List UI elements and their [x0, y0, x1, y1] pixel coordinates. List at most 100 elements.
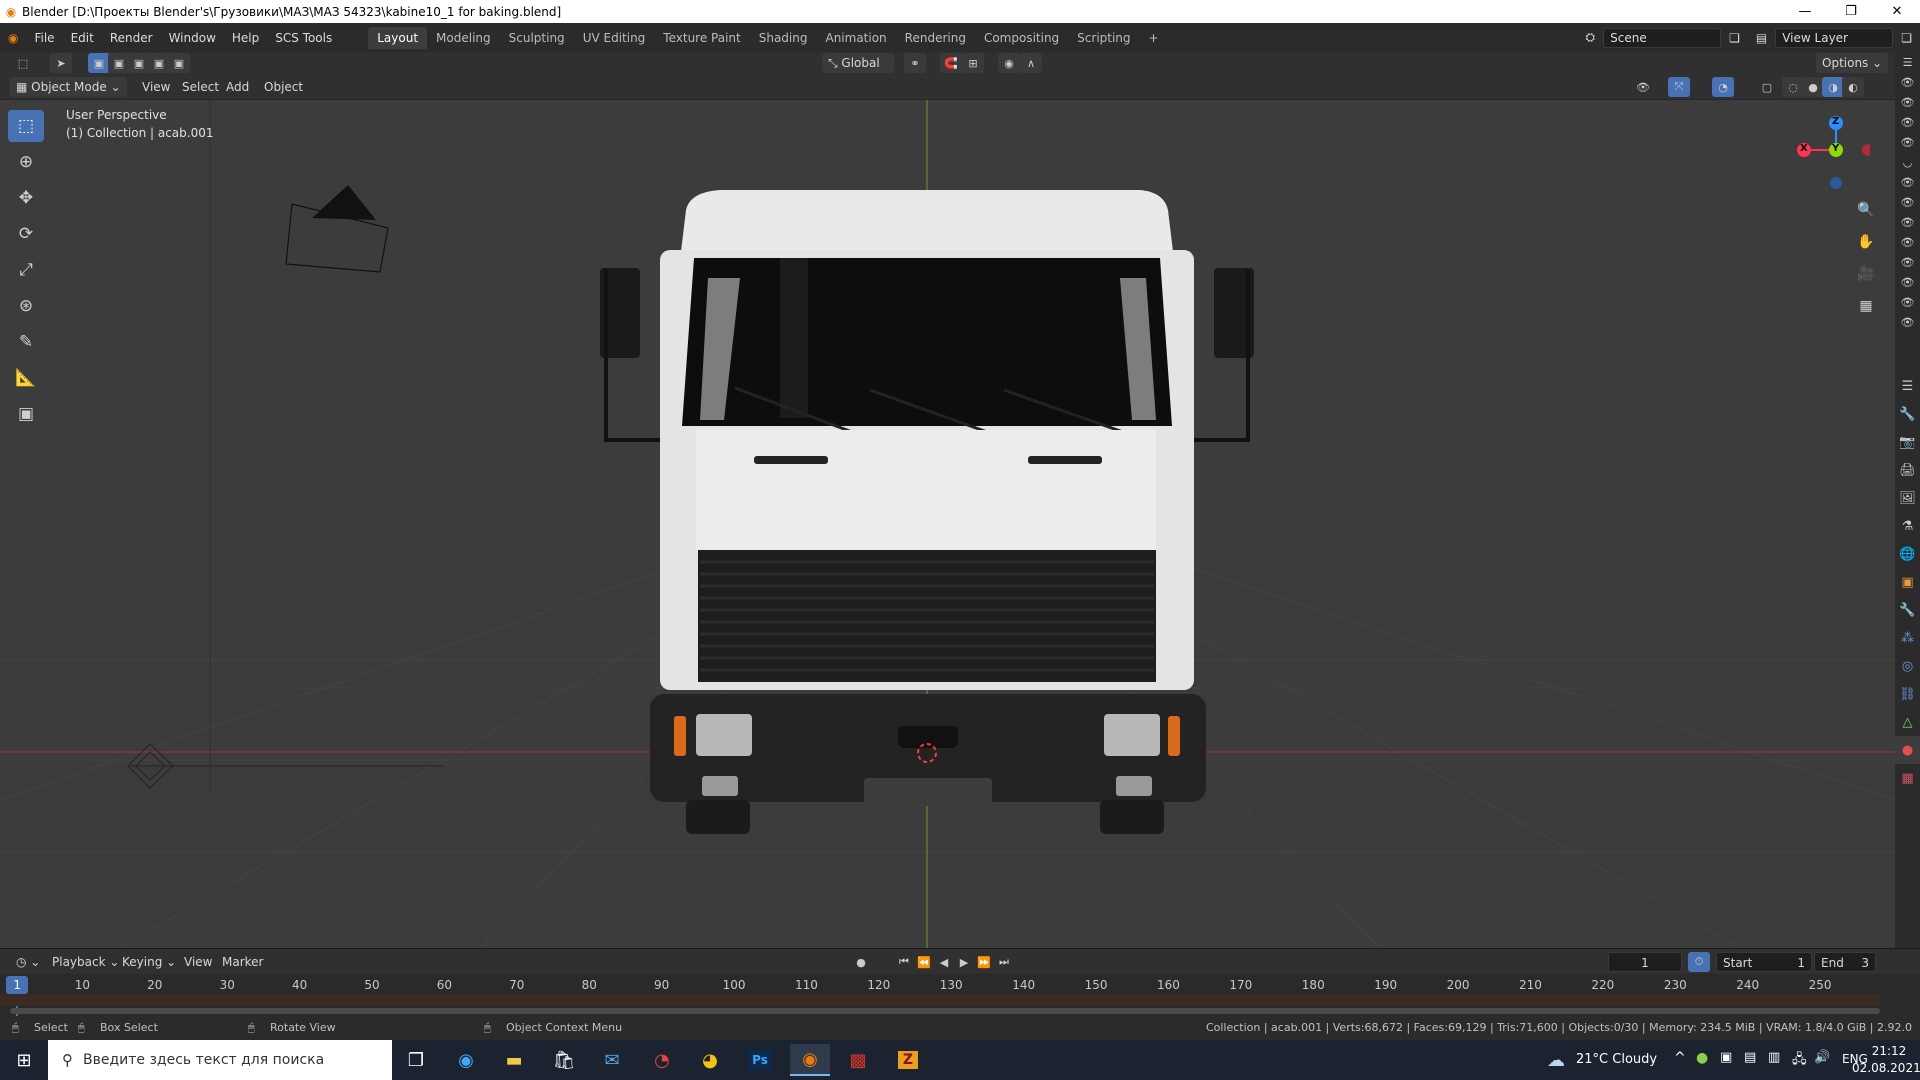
zoom-icon[interactable]: 🔍	[1852, 196, 1880, 224]
game-app-icon[interactable]: ▩	[838, 1044, 878, 1076]
timeline-area[interactable]: 10 20 30 40 50 60 70 80 90 100 110 120 130 140 150 160 1…	[0, 974, 1920, 1016]
task-view-icon[interactable]: ❐	[396, 1044, 436, 1076]
visibility-eye-icon[interactable]: 👁	[1895, 132, 1920, 152]
file-explorer-icon[interactable]: ▬	[494, 1044, 534, 1076]
shading-rendered-icon[interactable]: ◐	[1842, 77, 1864, 97]
object-mode-dropdown[interactable]: ▦ Object Mode ⌄	[10, 77, 127, 97]
maximize-button[interactable]: ❐	[1828, 0, 1874, 23]
material-tab-icon[interactable]: ●	[1895, 736, 1920, 764]
chrome-icon[interactable]: ◕	[690, 1044, 730, 1076]
visibility-eye-icon[interactable]: 👁	[1895, 232, 1920, 252]
current-frame-marker[interactable]: 1	[6, 976, 29, 994]
camera-view-icon[interactable]: 🎥	[1852, 260, 1880, 288]
photoshop-icon[interactable]: Ps	[740, 1044, 780, 1076]
menu-marker[interactable]: Marker	[216, 952, 269, 972]
proportional-edit-icon[interactable]: ◉	[998, 53, 1020, 73]
add-cube-icon[interactable]: ▣	[8, 398, 44, 430]
camera-object[interactable]	[285, 185, 389, 273]
light-object[interactable]	[127, 743, 444, 789]
ortho-grid-icon[interactable]: ▦	[1852, 292, 1880, 320]
menu-playback[interactable]: Playback ⌄	[46, 952, 125, 972]
properties-editor-icon[interactable]: ☰	[1895, 372, 1920, 400]
cursor-icon[interactable]: ⊕	[8, 146, 44, 178]
end-frame-field[interactable]: End 3	[1814, 952, 1876, 972]
tab-animation[interactable]: Animation	[816, 27, 895, 49]
tray-app-icon[interactable]: ●	[1696, 1050, 1708, 1066]
xray-icon[interactable]: ▢	[1756, 77, 1778, 97]
constraints-tab-icon[interactable]: ⛓	[1895, 680, 1920, 708]
menu-scs-tools[interactable]: SCS Tools	[267, 31, 340, 45]
mail-icon[interactable]: ✉	[592, 1044, 632, 1076]
select-mode-invert-icon[interactable]: ▣	[148, 53, 170, 73]
jump-end-icon[interactable]: ⏭	[993, 952, 1015, 972]
pivot-icon[interactable]: ⚭	[904, 53, 926, 73]
select-box-icon[interactable]: ⬚	[8, 110, 44, 142]
visibility-eye-icon[interactable]: 👁	[1895, 172, 1920, 192]
network-icon[interactable]: 🖧	[1792, 1050, 1807, 1072]
jump-start-icon[interactable]: ⏮	[893, 952, 915, 972]
jump-keyframe-back-icon[interactable]: ⏪	[913, 952, 935, 972]
visibility-eye-icon[interactable]: 👁	[1895, 292, 1920, 312]
shading-solid-icon[interactable]: ●	[1802, 77, 1824, 97]
blender-menu-icon[interactable]: ◉	[0, 31, 26, 45]
menu-object[interactable]: Object	[258, 77, 309, 97]
tool-tab-icon[interactable]: 🔧	[1895, 400, 1920, 428]
volume-icon[interactable]: 🔊	[1814, 1050, 1830, 1065]
tray-display-icon[interactable]: ▤	[1744, 1050, 1756, 1065]
current-frame-field[interactable]: 1	[1608, 952, 1682, 972]
tab-shading[interactable]: Shading	[750, 27, 817, 49]
visibility-eye-icon[interactable]: 👁	[1895, 112, 1920, 132]
select-mode-new-icon[interactable]: ▣	[88, 53, 110, 73]
visibility-eye-icon[interactable]: 👁	[1895, 92, 1920, 112]
visibility-icon[interactable]: 👁	[1632, 77, 1654, 97]
store-icon[interactable]: 🛍	[544, 1044, 584, 1076]
scale-icon[interactable]: ⤢	[8, 254, 44, 286]
close-button[interactable]: ✕	[1874, 0, 1920, 23]
view-layer-field[interactable]: View Layer	[1775, 27, 1894, 48]
select-mode-intersect-icon[interactable]: ▣	[168, 53, 190, 73]
snap-icon[interactable]: 🧲	[940, 53, 962, 73]
archive-app-icon[interactable]: Z	[888, 1044, 928, 1076]
visibility-eye-icon[interactable]: 👁	[1895, 252, 1920, 272]
tab-compositing[interactable]: Compositing	[975, 27, 1068, 49]
visibility-eye-icon[interactable]: 👁	[1895, 72, 1920, 92]
blender-taskbar-icon[interactable]: ◉	[790, 1044, 830, 1076]
edge-icon[interactable]: ◉	[446, 1044, 486, 1076]
scene-icon[interactable]: ⛭	[1578, 30, 1604, 45]
menu-view[interactable]: View	[136, 77, 176, 97]
menu-timeline-view[interactable]: View	[178, 952, 218, 972]
recorder-app-icon[interactable]: ◔	[642, 1044, 682, 1076]
visibility-eye-icon[interactable]: 👁	[1895, 312, 1920, 332]
visibility-eye-icon[interactable]: 👁	[1895, 192, 1920, 212]
visibility-eye-icon[interactable]: 👁	[1895, 272, 1920, 292]
menu-add[interactable]: Add	[220, 77, 255, 97]
visibility-eye-icon[interactable]: ◡	[1895, 152, 1920, 172]
tab-uv-editing[interactable]: UV Editing	[574, 27, 655, 49]
view-layer-tab-icon[interactable]: 🖼	[1895, 484, 1920, 512]
menu-edit[interactable]: Edit	[63, 31, 102, 45]
outliner-editor-icon[interactable]: ☰	[1895, 52, 1920, 72]
add-workspace-icon[interactable]: +	[1140, 27, 1168, 49]
select-mode-subtract-icon[interactable]: ▣	[128, 53, 150, 73]
transform-icon[interactable]: ⊛	[8, 290, 44, 322]
menu-help[interactable]: Help	[224, 31, 267, 45]
tab-texture-paint[interactable]: Texture Paint	[654, 27, 749, 49]
tab-modeling[interactable]: Modeling	[427, 27, 500, 49]
world-tab-icon[interactable]: 🌐	[1895, 540, 1920, 568]
physics-tab-icon[interactable]: ◎	[1895, 652, 1920, 680]
navigation-gizmo[interactable]: X Z Y	[1790, 105, 1874, 195]
pan-hand-icon[interactable]: ✋	[1852, 228, 1880, 256]
tray-battery-icon[interactable]: ▥	[1768, 1050, 1780, 1065]
windows-start-icon[interactable]: ⊞	[4, 1044, 44, 1076]
overlay-toggle-icon[interactable]: ◔	[1712, 77, 1734, 97]
play-icon[interactable]: ▶	[953, 952, 975, 972]
timeline-scrollbar[interactable]	[10, 1008, 1880, 1014]
menu-render[interactable]: Render	[102, 31, 161, 45]
record-icon[interactable]: ●	[850, 952, 872, 972]
tray-device-icon[interactable]: ▣	[1720, 1050, 1732, 1065]
tab-layout[interactable]: Layout	[368, 26, 428, 49]
snap-target-icon[interactable]: ⊞	[962, 53, 984, 73]
new-scene-icon[interactable]: ❏	[1721, 31, 1748, 45]
menu-keying[interactable]: Keying ⌄	[116, 952, 182, 972]
new-view-layer-icon[interactable]: ❏	[1893, 31, 1920, 45]
